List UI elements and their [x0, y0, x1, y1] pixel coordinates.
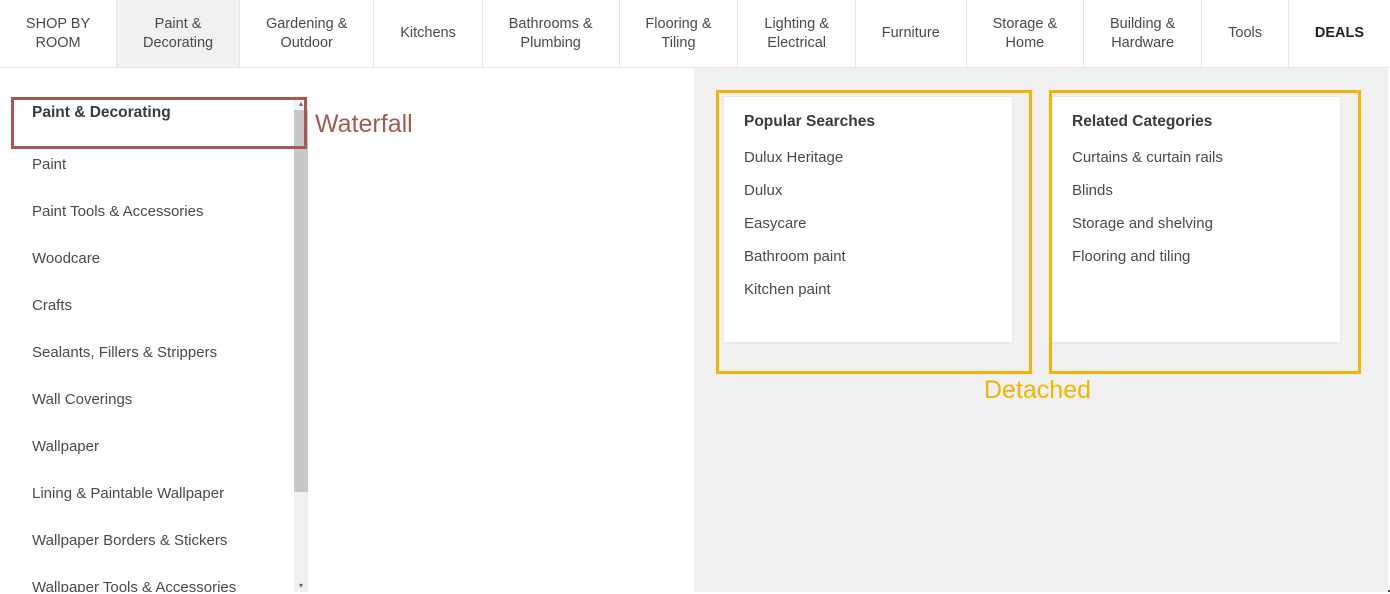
popular-searches-title: Popular Searches: [744, 113, 992, 141]
category-sidebar: Paint & Decorating Paint Paint Tools & A…: [10, 96, 308, 592]
popular-search-link[interactable]: Kitchen paint: [744, 273, 992, 306]
scroll-up-arrow-icon[interactable]: ▴: [294, 96, 308, 110]
nav-paint-decorating[interactable]: Paint & Decorating: [117, 0, 240, 67]
nav-furniture[interactable]: Furniture: [856, 0, 967, 67]
sidebar-item[interactable]: Sealants, Fillers & Strippers: [10, 332, 296, 373]
scroll-thumb[interactable]: [294, 110, 308, 492]
related-category-link[interactable]: Blinds: [1072, 174, 1320, 207]
nav-deals[interactable]: DEALS: [1289, 0, 1390, 67]
mega-menu-left: Paint & Decorating Paint Paint Tools & A…: [0, 68, 694, 592]
sidebar-item[interactable]: Crafts: [10, 285, 296, 326]
sidebar-item[interactable]: Wallpaper: [10, 426, 296, 467]
sidebar-item[interactable]: Wall Coverings: [10, 379, 296, 420]
nav-bathrooms-plumbing[interactable]: Bathrooms & Plumbing: [483, 0, 620, 67]
popular-search-link[interactable]: Easycare: [744, 207, 992, 240]
sidebar-item[interactable]: Wallpaper Borders & Stickers: [10, 520, 296, 561]
mega-menu-right: Popular Searches Dulux Heritage Dulux Ea…: [694, 68, 1388, 592]
related-categories-card: Related Categories Curtains & curtain ra…: [1052, 96, 1340, 342]
related-categories-title: Related Categories: [1072, 113, 1320, 141]
nav-lighting-electrical[interactable]: Lighting & Electrical: [738, 0, 855, 67]
mega-menu: Paint & Decorating Paint Paint Tools & A…: [0, 68, 1390, 592]
related-category-link[interactable]: Curtains & curtain rails: [1072, 141, 1320, 174]
sidebar-item[interactable]: Paint Tools & Accessories: [10, 191, 296, 232]
sidebar-item[interactable]: Wallpaper Tools & Accessories: [10, 567, 296, 592]
popular-search-link[interactable]: Bathroom paint: [744, 240, 992, 273]
related-category-link[interactable]: Flooring and tiling: [1072, 240, 1320, 273]
related-category-link[interactable]: Storage and shelving: [1072, 207, 1320, 240]
nav-tools[interactable]: Tools: [1202, 0, 1289, 67]
scroll-down-arrow-icon[interactable]: ▾: [294, 578, 308, 592]
nav-shop-by-room[interactable]: SHOP BY ROOM: [0, 0, 117, 67]
popular-searches-card: Popular Searches Dulux Heritage Dulux Ea…: [724, 96, 1012, 342]
sidebar-scrollbar[interactable]: ▴ ▾: [294, 96, 308, 592]
sidebar-item[interactable]: Lining & Paintable Wallpaper: [10, 473, 296, 514]
popular-search-link[interactable]: Dulux: [744, 174, 992, 207]
nav-storage-home[interactable]: Storage & Home: [967, 0, 1084, 67]
nav-kitchens[interactable]: Kitchens: [374, 0, 482, 67]
top-nav: SHOP BY ROOM Paint & Decorating Gardenin…: [0, 0, 1390, 68]
popular-search-link[interactable]: Dulux Heritage: [744, 141, 992, 174]
sidebar-item[interactable]: Paint: [10, 144, 296, 185]
nav-building-hardware[interactable]: Building & Hardware: [1084, 0, 1202, 67]
sidebar-item[interactable]: Woodcare: [10, 238, 296, 279]
nav-flooring-tiling[interactable]: Flooring & Tiling: [620, 0, 739, 67]
nav-gardening-outdoor[interactable]: Gardening & Outdoor: [240, 0, 374, 67]
sidebar-title: Paint & Decorating: [10, 96, 296, 144]
